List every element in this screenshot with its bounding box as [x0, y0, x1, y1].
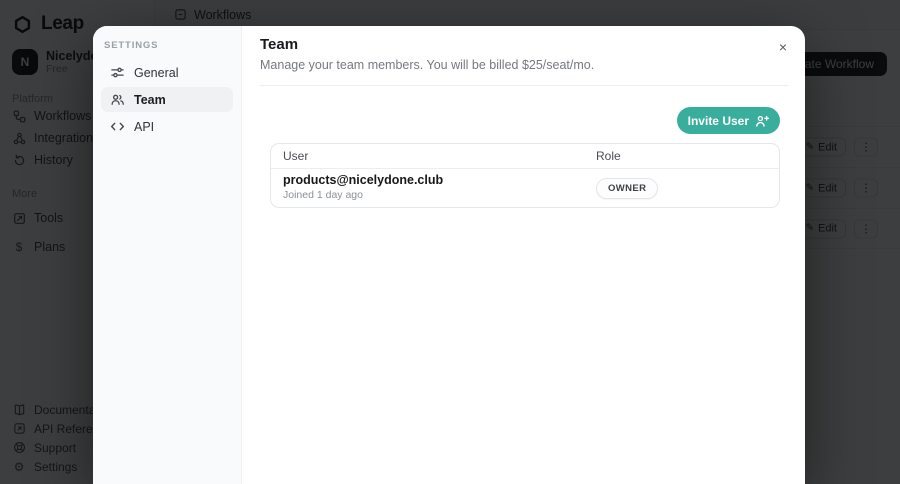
- team-members-table: User Role products@nicelydone.club Joine…: [270, 143, 780, 208]
- invite-user-label: Invite User: [687, 113, 749, 128]
- member-joined: Joined 1 day ago: [283, 188, 363, 201]
- close-icon[interactable]: ×: [773, 37, 793, 57]
- settings-nav-label: API: [134, 119, 155, 134]
- code-icon: [109, 119, 125, 134]
- settings-modal: SETTINGS General Team API × Team Manage …: [93, 26, 805, 484]
- person-plus-icon: [755, 114, 769, 128]
- settings-modal-nav: SETTINGS General Team API: [93, 26, 242, 484]
- sliders-icon: [109, 65, 125, 80]
- column-header-user: User: [283, 149, 309, 163]
- settings-nav-team[interactable]: Team: [101, 87, 233, 112]
- table-header: User Role: [271, 144, 779, 169]
- settings-nav-general[interactable]: General: [101, 60, 233, 85]
- settings-nav-api[interactable]: API: [101, 114, 233, 139]
- divider: [260, 85, 788, 86]
- settings-nav-label: General: [134, 65, 179, 80]
- invite-user-button[interactable]: Invite User: [676, 107, 780, 134]
- settings-nav-label: Team: [134, 92, 166, 107]
- modal-subtitle: Manage your team members. You will be bi…: [260, 58, 595, 72]
- column-header-role: Role: [596, 149, 621, 163]
- role-badge: OWNER: [596, 177, 659, 199]
- settings-nav-heading: SETTINGS: [104, 40, 159, 51]
- settings-modal-main: × Team Manage your team members. You wil…: [242, 26, 805, 484]
- app-screen: Leap N Nicelydone Free Platform Workflow…: [0, 0, 900, 484]
- modal-title: Team: [260, 36, 299, 53]
- member-email: products@nicelydone.club: [283, 173, 444, 188]
- table-row: products@nicelydone.club Joined 1 day ag…: [271, 169, 779, 207]
- team-icon: [109, 92, 125, 107]
